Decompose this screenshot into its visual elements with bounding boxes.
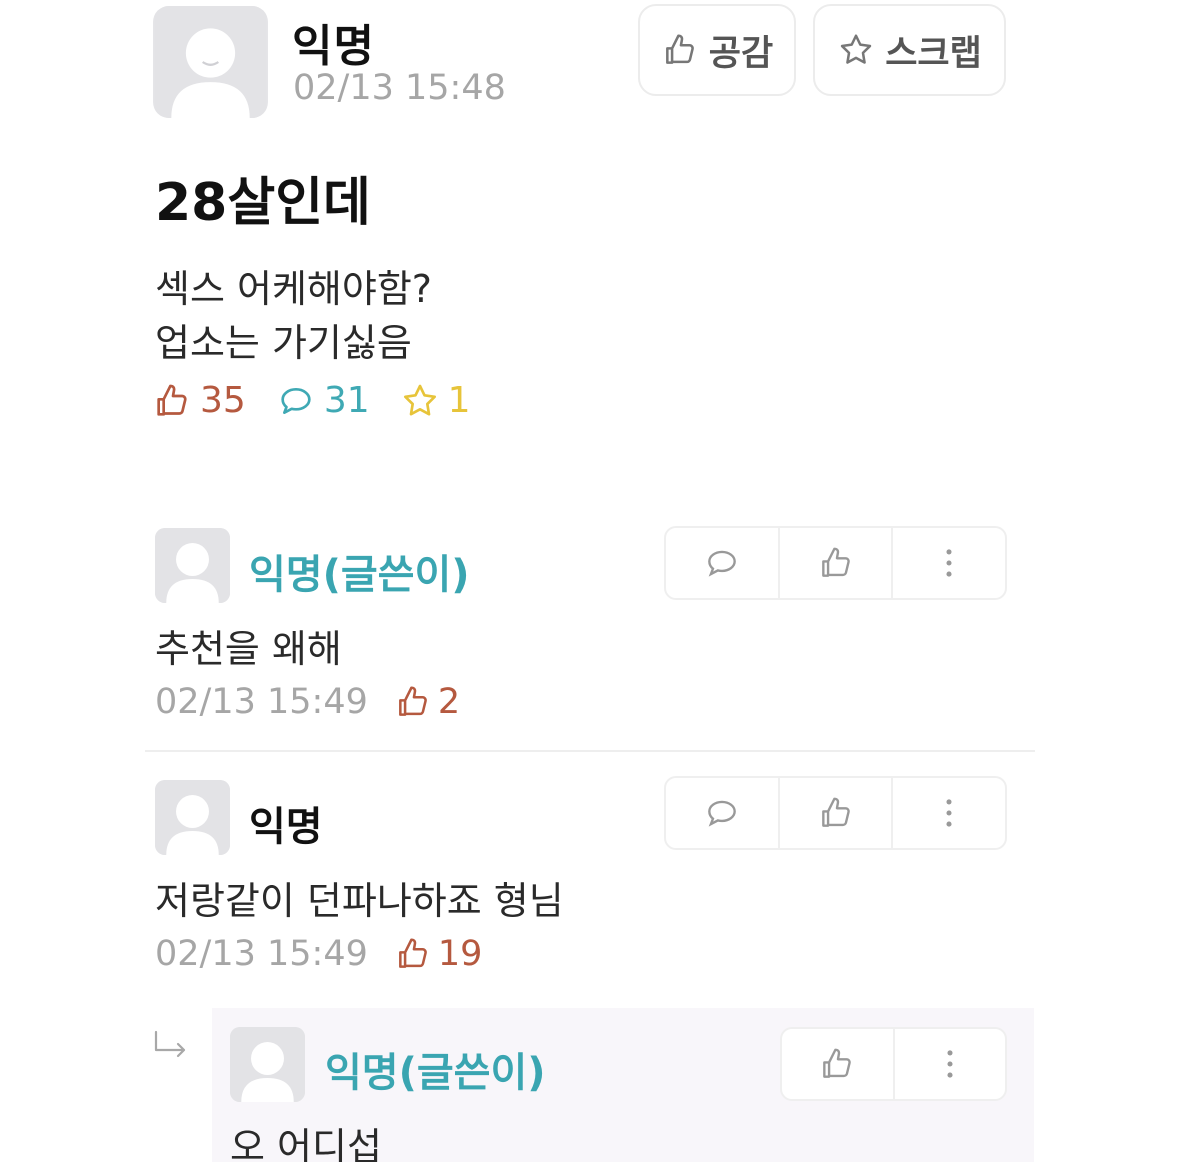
scrap-count: 1 (400, 380, 471, 421)
scrap-button-label: 스크랩 (885, 33, 982, 74)
comment-author: 익명(글쓴이) (249, 552, 470, 598)
more-vertical-icon (946, 549, 952, 577)
reply-button[interactable] (666, 528, 778, 598)
comment-meta: 02/13 15:49 19 (155, 934, 482, 974)
speech-bubble-icon (707, 550, 736, 577)
default-avatar-icon (230, 1027, 305, 1102)
speech-bubble-icon (707, 800, 736, 827)
scrap-button[interactable]: 스크랩 (813, 4, 1006, 96)
comment-actions (664, 776, 1007, 850)
comment-timestamp: 02/13 15:49 (155, 682, 368, 722)
comment-divider (145, 750, 1035, 752)
default-avatar-icon (155, 528, 230, 603)
like-button-label: 공감 (708, 33, 774, 74)
thumb-up-icon (398, 686, 427, 716)
more-vertical-icon (947, 1050, 953, 1078)
post-body-line: 섹스 어케해야함? (155, 267, 432, 311)
comment-like-value: 2 (437, 682, 461, 722)
comment-like-button[interactable] (782, 1029, 893, 1099)
reply-arrow-icon (154, 1030, 186, 1058)
comment-actions (780, 1027, 1007, 1101)
post-author-avatar (153, 6, 268, 118)
comment-actions (664, 526, 1007, 600)
comment-like-button[interactable] (777, 528, 892, 598)
comment-avatar (155, 780, 230, 855)
post-title: 28살인데 (155, 173, 371, 233)
comment-text: 오 어디섭 (230, 1125, 382, 1162)
more-options-button[interactable] (891, 528, 1005, 598)
more-options-button[interactable] (891, 778, 1005, 848)
thumb-up-icon (398, 938, 427, 968)
post-timestamp: 02/13 15:48 (293, 68, 506, 108)
default-avatar-icon (154, 6, 267, 118)
star-icon (403, 384, 436, 415)
comment-text: 추천을 왜해 (155, 627, 342, 671)
comment-avatar (230, 1027, 305, 1102)
scrap-count-value: 1 (447, 380, 471, 421)
like-count: 35 (152, 380, 246, 421)
reply-button[interactable] (666, 778, 778, 848)
comment-count: 31 (276, 380, 370, 421)
more-options-button[interactable] (892, 1029, 1006, 1099)
post-body-line: 업소는 가기싫음 (155, 321, 412, 365)
thumb-up-icon (823, 1048, 852, 1078)
comment-like-value: 19 (437, 934, 483, 974)
post-stats: 35 31 1 (152, 380, 501, 421)
comment-timestamp: 02/13 15:49 (155, 934, 368, 974)
comment-like-count: 2 (394, 682, 460, 722)
comment-text: 저랑같이 던파나하죠 형님 (155, 879, 564, 923)
comment-author: 익명(글쓴이) (325, 1050, 546, 1096)
thumb-up-icon (665, 34, 694, 64)
speech-bubble-icon (281, 387, 311, 414)
comment-author: 익명 (249, 804, 323, 850)
comment-meta: 02/13 15:49 2 (155, 682, 460, 722)
more-vertical-icon (946, 799, 952, 827)
comment-avatar (155, 528, 230, 603)
like-button[interactable]: 공감 (638, 4, 796, 96)
default-avatar-icon (155, 780, 230, 855)
post-author-name: 익명 (292, 21, 375, 72)
comment-count-value: 31 (323, 380, 370, 421)
comment-like-button[interactable] (777, 778, 892, 848)
thumb-up-icon (821, 797, 850, 827)
thumb-up-icon (821, 547, 850, 577)
comment-like-count: 19 (394, 934, 483, 974)
star-icon (840, 34, 872, 64)
like-count-value: 35 (200, 380, 246, 421)
thumb-up-icon (157, 384, 187, 416)
